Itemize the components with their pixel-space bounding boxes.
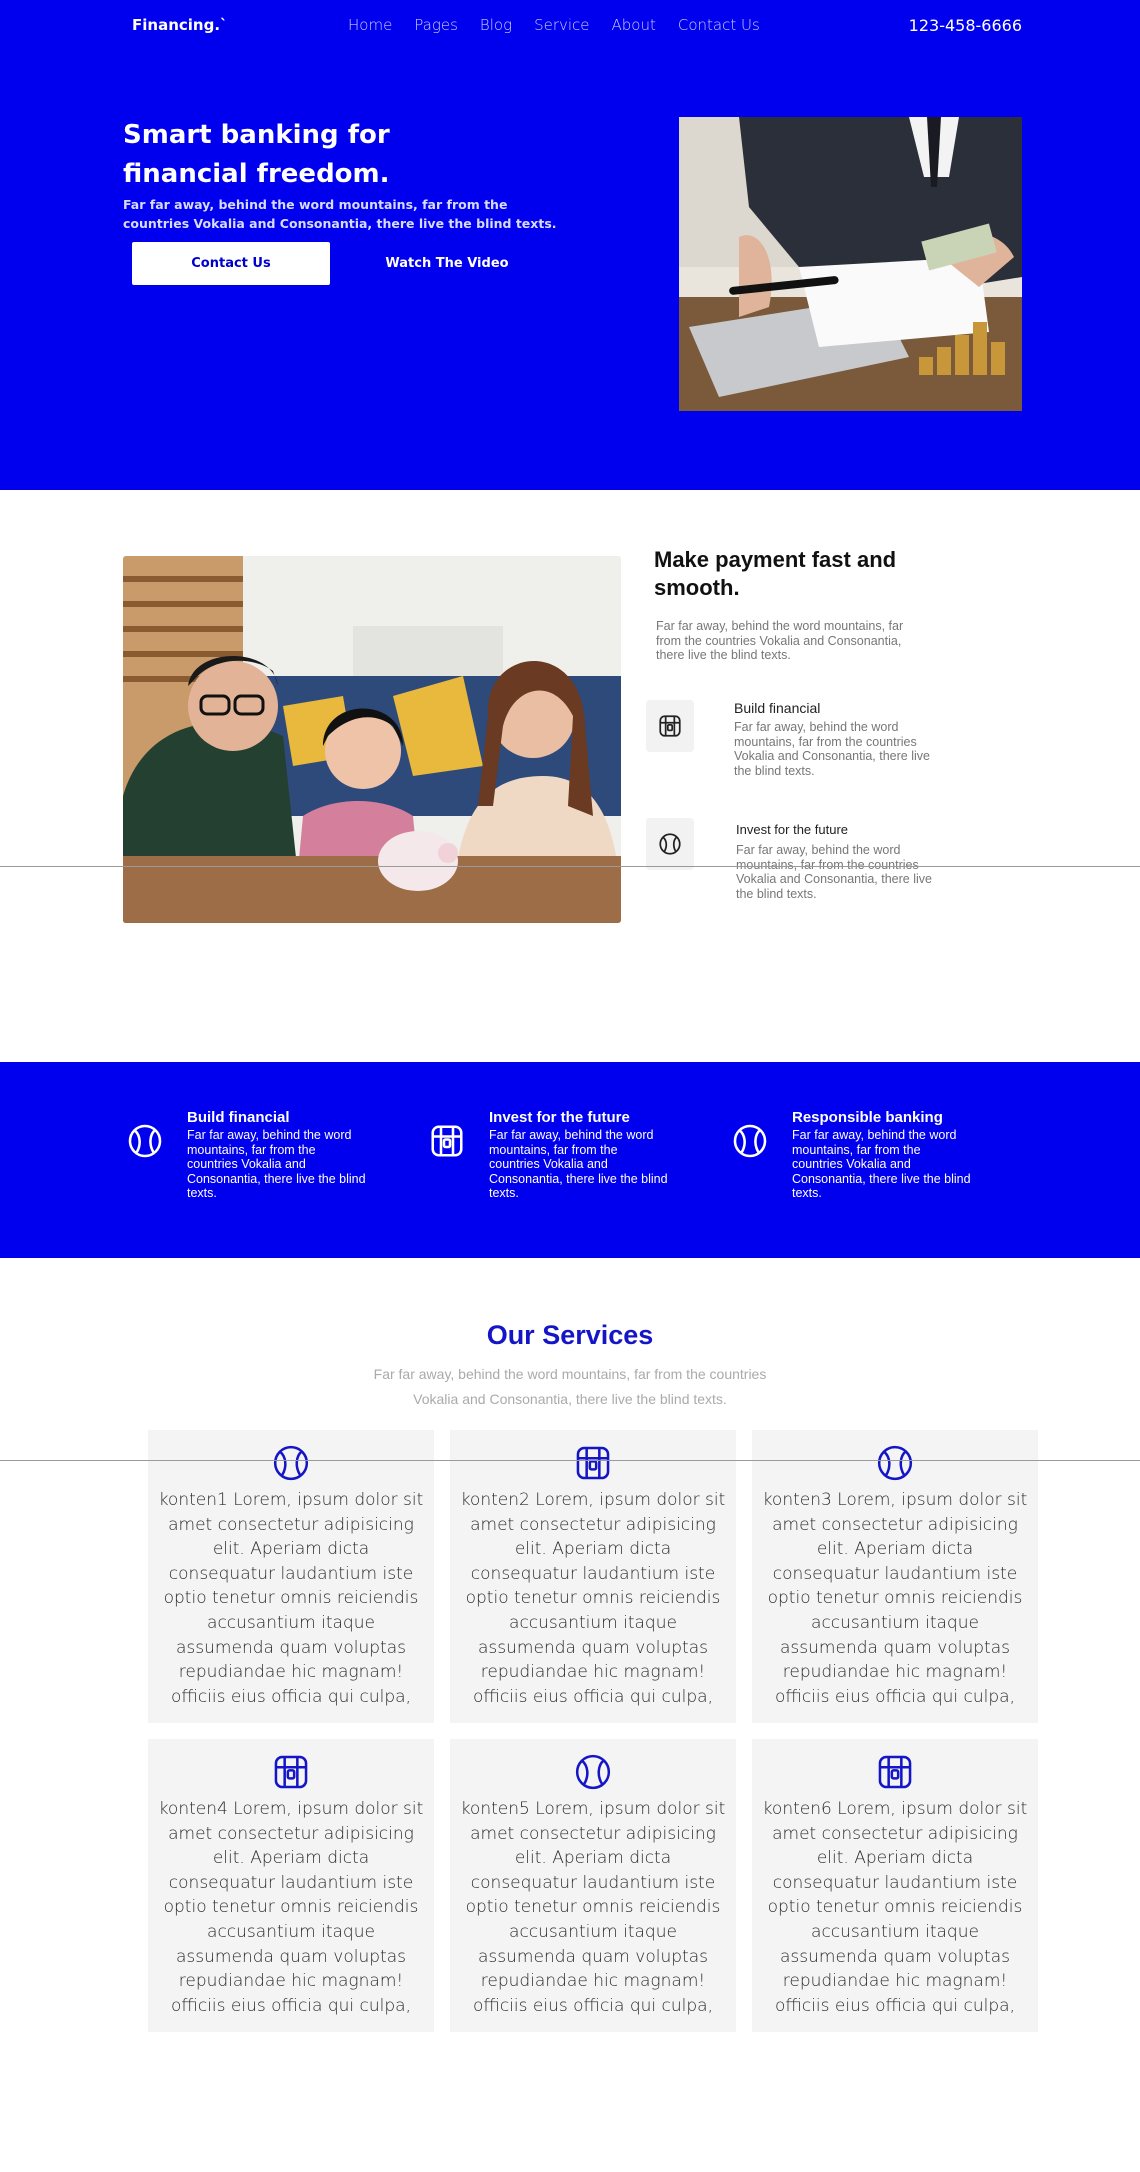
hero-subtitle: Far far away, behind the word mountains,… — [123, 197, 557, 231]
feature-title: Invest for the future — [736, 822, 849, 837]
band-text: Far far away, behind the word mountains,… — [792, 1128, 971, 1200]
feature-text: Far far away, behind the word mountains,… — [734, 720, 930, 778]
band-text: Far far away, behind the word mountains,… — [187, 1128, 366, 1200]
service-card-text: konten3 Lorem, ipsum dolor sit amet cons… — [762, 1490, 1028, 1707]
nav-pages[interactable]: Pages — [414, 16, 458, 34]
treasure-chest-icon — [576, 1446, 610, 1480]
service-card-text: konten5 Lorem, ipsum dolor sit amet cons… — [460, 1799, 726, 2016]
treasure-chest-icon — [431, 1125, 463, 1157]
ball-icon — [877, 1445, 913, 1481]
treasure-chest-icon — [878, 1755, 912, 1789]
feature-text: Far far away, behind the word mountains,… — [736, 843, 932, 901]
service-card-1[interactable]: konten1 Lorem, ipsum dolor sit amet cons… — [148, 1430, 434, 1723]
hero-section: Financing.` Home Pages Blog Service Abou… — [0, 0, 1140, 490]
nav-home[interactable]: Home — [348, 16, 392, 34]
businessman-counting-money-photo — [679, 117, 1022, 411]
about-title: Make payment fast and smooth. — [654, 547, 897, 600]
service-card-3[interactable]: konten3 Lorem, ipsum dolor sit amet cons… — [752, 1430, 1038, 1723]
hero-title: Smart banking for financial freedom. — [123, 120, 390, 189]
nav-blog[interactable]: Blog — [480, 16, 512, 34]
nav-contact-us[interactable]: Contact Us — [678, 16, 760, 34]
service-card-text: konten6 Lorem, ipsum dolor sit amet cons… — [762, 1799, 1028, 2016]
band-title: Build financial — [187, 1109, 290, 1126]
service-card-2[interactable]: konten2 Lorem, ipsum dolor sit amet cons… — [450, 1430, 736, 1723]
brand-logo[interactable]: Financing.` — [132, 16, 228, 34]
nav-service[interactable]: Service — [534, 16, 589, 34]
band-title: Invest for the future — [489, 1109, 630, 1126]
service-card-text: konten2 Lorem, ipsum dolor sit amet cons… — [460, 1490, 726, 1707]
band-title: Responsible banking — [792, 1109, 943, 1126]
ball-icon — [646, 818, 694, 870]
treasure-chest-icon — [274, 1755, 308, 1789]
services-subtitle: Far far away, behind the word mountains,… — [373, 1366, 767, 1407]
divider-line — [0, 1460, 1140, 1461]
nav-about[interactable]: About — [612, 16, 656, 34]
treasure-chest-icon — [646, 700, 694, 752]
family-piggy-bank-photo — [123, 556, 621, 923]
phone-number[interactable]: 123-458-6666 — [909, 16, 1022, 35]
band-text: Far far away, behind the word mountains,… — [489, 1128, 668, 1200]
service-card-5[interactable]: konten5 Lorem, ipsum dolor sit amet cons… — [450, 1739, 736, 2032]
service-card-4[interactable]: konten4 Lorem, ipsum dolor sit amet cons… — [148, 1739, 434, 2032]
divider-line — [0, 866, 1140, 867]
ball-icon — [575, 1754, 611, 1790]
ball-icon — [128, 1124, 162, 1158]
service-card-text: konten1 Lorem, ipsum dolor sit amet cons… — [158, 1490, 424, 1707]
main-nav: Home Pages Blog Service About Contact Us — [348, 16, 760, 34]
service-card-text: konten4 Lorem, ipsum dolor sit amet cons… — [158, 1799, 424, 2016]
watch-video-button[interactable]: Watch The Video — [372, 242, 522, 285]
service-card-6[interactable]: konten6 Lorem, ipsum dolor sit amet cons… — [752, 1739, 1038, 2032]
feature-title: Build financial — [734, 700, 821, 716]
services-title: Our Services — [486, 1320, 654, 1350]
ball-icon — [733, 1124, 767, 1158]
features-band: Build financial Far far away, behind the… — [0, 1062, 1140, 1258]
ball-icon — [273, 1445, 309, 1481]
contact-us-button[interactable]: Contact Us — [132, 242, 330, 285]
about-text: Far far away, behind the word mountains,… — [656, 619, 904, 662]
